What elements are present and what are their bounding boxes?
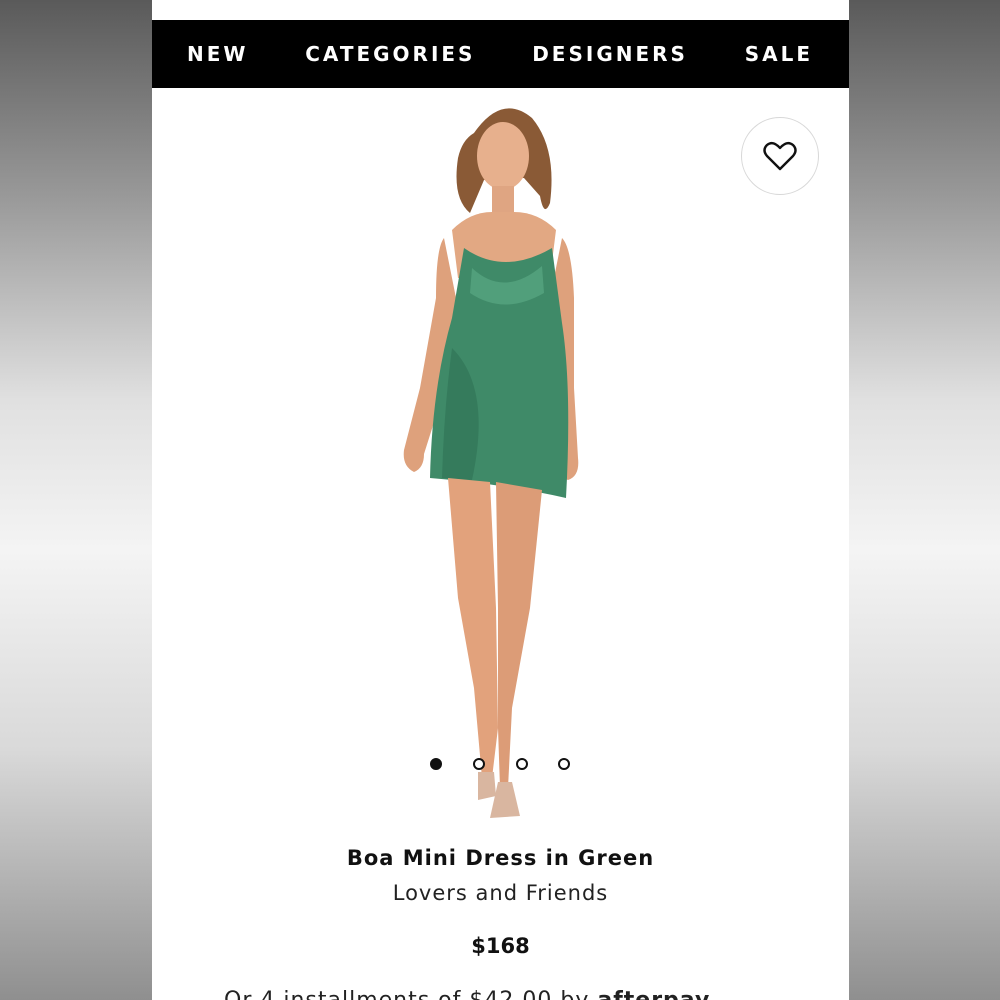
heart-outline-icon (763, 141, 797, 171)
installments-info: Or 4 installments of $42.00 by afterpay (224, 988, 784, 1000)
product-price: $168 (471, 934, 530, 958)
carousel-dot-1[interactable] (430, 758, 442, 770)
model-left-leg (448, 478, 498, 778)
top-navigation: NEW CATEGORIES DESIGNERS SALE (152, 20, 849, 88)
right-background (849, 0, 1000, 1000)
product-image[interactable] (152, 88, 849, 838)
nav-sale[interactable]: SALE (745, 42, 813, 66)
nav-categories[interactable]: CATEGORIES (305, 42, 475, 66)
model-left-shoe (478, 772, 496, 800)
model-neck (492, 186, 514, 216)
model-right-leg (496, 482, 542, 788)
carousel-dot-3[interactable] (516, 758, 528, 770)
model-face (477, 122, 529, 190)
carousel-dot-2[interactable] (473, 758, 485, 770)
afterpay-logo[interactable]: afterpay (597, 988, 710, 1000)
installments-text: Or 4 installments of $42.00 by (224, 988, 589, 1000)
left-background (0, 0, 152, 1000)
carousel-dot-4[interactable] (558, 758, 570, 770)
mobile-product-page: NEW CATEGORIES DESIGNERS SALE Boa Mini D… (152, 0, 849, 1000)
nav-designers[interactable]: DESIGNERS (532, 42, 688, 66)
product-brand[interactable]: Lovers and Friends (152, 881, 849, 905)
nav-new[interactable]: NEW (187, 42, 248, 66)
product-title: Boa Mini Dress in Green (346, 846, 655, 870)
carousel-indicator (152, 757, 849, 773)
wishlist-button[interactable] (741, 117, 819, 195)
